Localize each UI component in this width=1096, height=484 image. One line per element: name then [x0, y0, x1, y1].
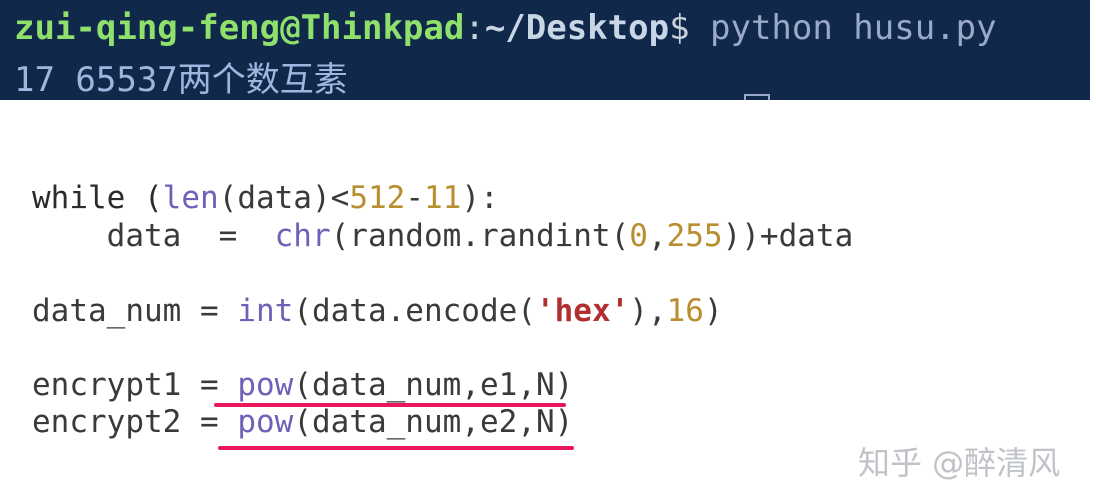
terminal-window: zui-qing-feng@Thinkpad:~/Desktop$ python…: [0, 0, 1096, 100]
code-token: 0: [629, 218, 648, 254]
annotation-underline-2: [218, 446, 574, 450]
terminal-prompt-line: zui-qing-feng@Thinkpad:~/Desktop$ python…: [14, 8, 997, 48]
code-token: (random.randint(: [330, 218, 630, 254]
code-token: int: [237, 293, 294, 329]
code-token: (data.encode(: [293, 293, 536, 329]
code-token: while (: [32, 180, 163, 216]
code-token: chr: [274, 218, 331, 254]
code-line-4: encrypt1 = pow(data_num,e1,N): [32, 367, 573, 403]
code-token: (data_num,e2,N): [293, 404, 574, 440]
code-token: ,: [647, 218, 667, 254]
code-line-1: while (len(data)<512-11):: [32, 180, 499, 216]
code-token: encrypt2 =: [32, 404, 238, 440]
code-token: encrypt1 =: [32, 367, 238, 403]
code-token: -: [405, 180, 424, 216]
code-token: pow: [237, 404, 294, 440]
watermark-text: 知乎 @醉清风: [858, 444, 1061, 482]
code-token: ): [703, 293, 723, 329]
code-token: ),: [629, 293, 667, 329]
code-editor: while (len(data)<512-11): data = chr(ran…: [0, 100, 1096, 477]
code-token: 16: [666, 293, 704, 329]
code-token: (data)<: [218, 180, 350, 216]
code-token: 'hex': [535, 293, 630, 329]
prompt-colon: :: [464, 8, 485, 48]
code-token: 255: [666, 218, 723, 254]
code-token: 512: [349, 180, 406, 216]
code-token: data =: [32, 218, 275, 254]
terminal-cut-off-line: [0, 0, 1090, 5]
code-token: 11: [423, 180, 462, 216]
code-token: len: [162, 180, 219, 216]
code-token: ))+data: [722, 218, 854, 254]
code-token: pow: [237, 367, 294, 403]
terminal-output: 17 65537两个数互素: [14, 60, 348, 100]
code-line-2: data = chr(random.randint(0,255))+data: [32, 218, 854, 254]
prompt-dollar: $: [669, 8, 690, 48]
code-token: data_num =: [32, 293, 238, 329]
terminal-command: python husu.py: [689, 8, 997, 48]
code-token: (data_num,e1,N): [293, 367, 574, 403]
code-line-3: data_num = int(data.encode('hex'),16): [32, 293, 723, 329]
prompt-path: ~/Desktop: [484, 8, 670, 48]
code-line-5: encrypt2 = pow(data_num,e2,N): [32, 404, 573, 440]
prompt-user-host: zui-qing-feng@Thinkpad: [14, 8, 465, 48]
code-token: ):: [461, 180, 499, 216]
